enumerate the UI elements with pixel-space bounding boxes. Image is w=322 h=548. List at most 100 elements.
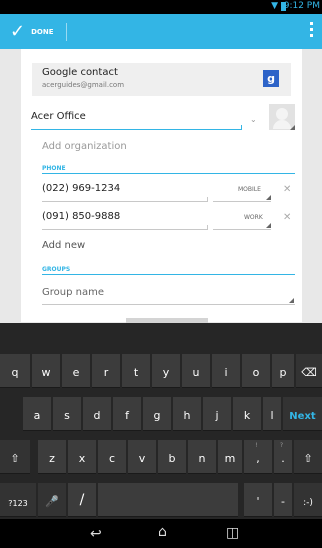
key-a[interactable]: a [23,397,51,431]
shift-icon: ⇧ [303,452,313,465]
key-label: q [11,366,19,379]
symbols-key[interactable]: ?123 [0,483,36,517]
key-label: m [224,452,236,465]
remove-phone-2-icon[interactable]: ✕ [283,212,291,223]
contact-photo[interactable] [269,104,295,130]
voice-input-key[interactable]: 🎤 [38,483,66,517]
key-r[interactable]: r [92,354,120,388]
key-p[interactable]: p [272,354,294,388]
key-label: d [93,409,101,422]
phone-field-2[interactable]: (091) 850-9888 [42,211,120,222]
action-bar: ✓ DONE [0,14,322,49]
key-period[interactable]: ?. [274,440,292,474]
organization-field[interactable]: Add organization [42,141,127,152]
key-v[interactable]: v [128,440,156,474]
space-key[interactable] [98,483,238,517]
shift-key-left[interactable]: ⇧ [0,440,30,474]
key-comma[interactable]: !, [244,440,272,474]
phone-type-underline-1 [213,201,271,202]
phone-type-2[interactable]: WORK [244,214,263,221]
account-email: acerguides@gmail.com [42,81,125,89]
status-time: 9:12 PM [283,1,320,11]
key-apostrophe[interactable]: ' [244,483,272,517]
key-f[interactable]: f [113,397,141,431]
key-y[interactable]: y [152,354,180,388]
key-c[interactable]: c [98,440,126,474]
key-label: h [183,409,191,422]
key-b[interactable]: b [158,440,186,474]
phone-section-line [42,173,295,174]
phone-section-header: PHONE [42,165,66,172]
home-icon[interactable]: ⌂ [158,525,167,539]
underline-tick [207,225,208,229]
underline-tick [207,197,208,201]
soft-keyboard: q w e r t y u i o p ⌫ a s d f g h j k l … [0,323,322,519]
phone-field-1[interactable]: (022) 969-1234 [42,183,120,194]
wifi-icon: ▼ [271,1,278,11]
key-l[interactable]: l [263,397,281,431]
key-n[interactable]: n [188,440,216,474]
key-m[interactable]: m [218,440,242,474]
key-label: o [252,366,260,379]
key-label: - [281,495,285,508]
key-label: s [64,409,70,422]
add-new-phone-button[interactable]: Add new [42,240,85,251]
key-o[interactable]: o [242,354,270,388]
overflow-menu-icon[interactable] [310,22,314,37]
key-u[interactable]: u [182,354,210,388]
key-label: n [198,452,206,465]
key-slash[interactable]: / [68,483,96,517]
key-g[interactable]: g [143,397,171,431]
name-underline [31,129,242,130]
key-label: , [256,452,260,465]
key-label: j [215,409,219,422]
key-label: ' [256,495,260,508]
key-label: :-) [303,498,313,508]
key-s[interactable]: s [53,397,81,431]
shift-key-right[interactable]: ⇧ [294,440,322,474]
key-label: e [72,366,80,379]
action-divider [66,23,67,41]
key-e[interactable]: e [62,354,90,388]
done-button[interactable]: ✓ DONE [0,14,64,49]
groups-section-header: GROUPS [42,266,71,273]
key-x[interactable]: x [68,440,96,474]
phone-type-1[interactable]: MOBILE [238,186,261,193]
next-key[interactable]: Next [283,397,322,431]
key-label: g [153,409,161,422]
group-name-field[interactable]: Group name [42,287,104,298]
key-w[interactable]: w [32,354,60,388]
photo-body [273,120,291,129]
remove-phone-1-icon[interactable]: ✕ [283,184,291,195]
key-dash[interactable]: - [274,483,292,517]
backspace-icon: ⌫ [301,366,317,379]
key-label: z [49,452,55,465]
key-label: w [41,366,51,379]
key-label: v [138,452,146,465]
key-d[interactable]: d [83,397,111,431]
chevron-down-icon[interactable]: ⌄ [250,115,257,124]
navigation-bar: ↩ ⌂ ◫ [0,519,322,548]
backspace-key[interactable]: ⌫ [296,354,322,388]
dropdown-corner-icon [266,195,271,200]
name-field[interactable]: Acer Office [31,111,86,122]
key-label: a [33,409,41,422]
group-underline [42,304,295,305]
key-label: c [108,452,116,465]
smiley-key[interactable]: :-) [294,483,322,517]
shift-icon: ⇧ [10,452,20,465]
key-t[interactable]: t [122,354,150,388]
key-q[interactable]: q [0,354,30,388]
key-i[interactable]: i [212,354,240,388]
back-icon[interactable]: ↩ [90,527,102,541]
key-k[interactable]: k [233,397,261,431]
key-h[interactable]: h [173,397,201,431]
groups-section-line [42,274,295,275]
account-header: Google contact acerguides@gmail.com g [32,63,291,96]
key-z[interactable]: z [38,440,66,474]
key-label: y [162,366,170,379]
key-label: b [168,452,176,465]
key-label: p [279,366,287,379]
key-j[interactable]: j [203,397,231,431]
recent-apps-icon[interactable]: ◫ [226,526,239,540]
